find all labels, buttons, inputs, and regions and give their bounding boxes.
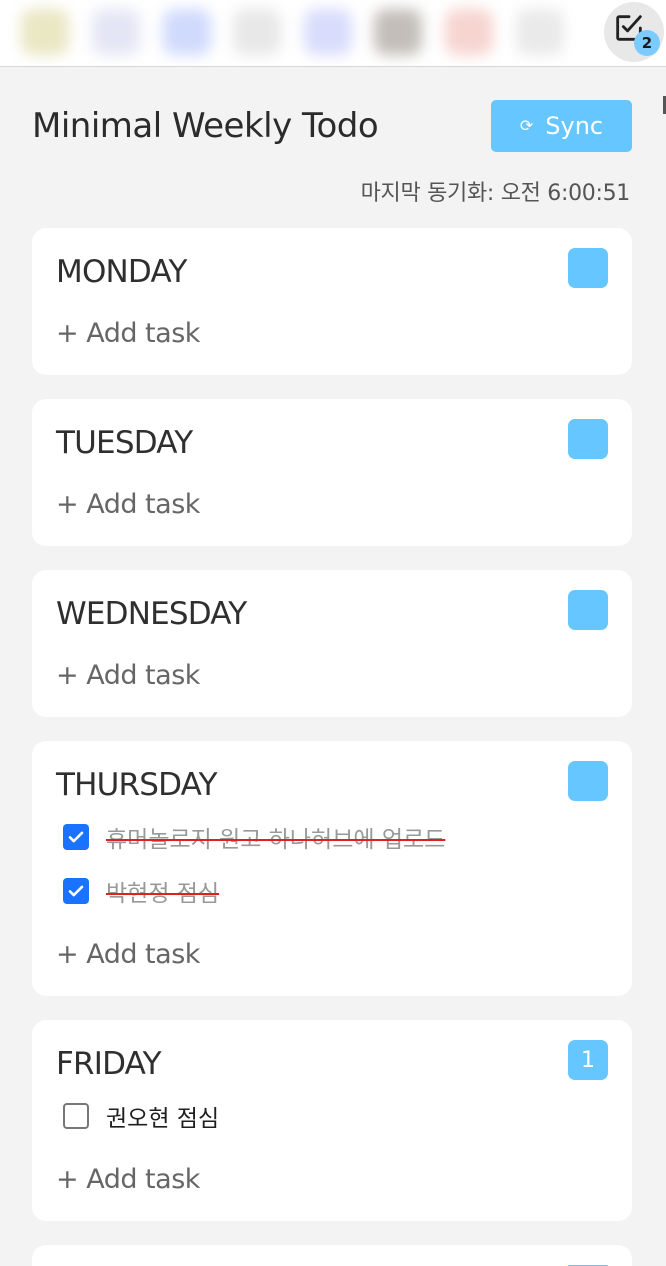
day-title: TUESDAY	[56, 425, 193, 461]
extension-icons-blurred	[0, 0, 585, 64]
task-checkbox[interactable]	[63, 1103, 89, 1129]
task-item: 박현정 점심	[63, 871, 219, 911]
task-count-badge	[568, 248, 608, 288]
extension-icon[interactable]	[515, 9, 564, 55]
task-count-badge	[568, 590, 608, 630]
extension-badge: 2	[634, 30, 660, 56]
add-task-button[interactable]: + Add task	[56, 660, 200, 691]
day-card-partial	[32, 1245, 632, 1266]
last-sync-status: 마지막 동기화: 오전 6:00:51	[360, 181, 631, 206]
task-checkbox[interactable]	[63, 878, 89, 904]
day-card-friday: FRIDAY 1 권오현 점심 + Add task	[32, 1020, 632, 1221]
day-card-tuesday: TUESDAY + Add task	[32, 399, 632, 546]
day-title: THURSDAY	[56, 767, 218, 803]
task-item: 권오현 점심	[63, 1096, 219, 1136]
day-card-wednesday: WEDNESDAY + Add task	[32, 570, 632, 717]
task-checkbox[interactable]	[63, 824, 89, 850]
extension-toolbar: 2	[0, 0, 666, 67]
task-item: 휴머놀로지 원고 하나허브에 업로드	[63, 817, 445, 857]
day-title: MONDAY	[56, 254, 187, 290]
task-text[interactable]: 휴머놀로지 원고 하나허브에 업로드	[106, 820, 445, 854]
extension-icon[interactable]	[162, 9, 211, 55]
day-title: WEDNESDAY	[56, 596, 247, 632]
add-task-button[interactable]: + Add task	[56, 318, 200, 349]
day-title: FRIDAY	[56, 1046, 162, 1082]
add-task-button[interactable]: + Add task	[56, 1164, 200, 1195]
task-count-badge: 1	[568, 1040, 608, 1080]
checkmark-icon	[68, 885, 84, 897]
task-count-badge	[568, 419, 608, 459]
sync-label: Sync	[545, 112, 604, 140]
task-count-badge	[568, 761, 608, 801]
task-text[interactable]: 권오현 점심	[106, 1099, 219, 1133]
task-text[interactable]: 박현정 점심	[106, 874, 219, 908]
app-header: Minimal Weekly Todo ⟳ Sync	[32, 98, 632, 154]
day-card-monday: MONDAY + Add task	[32, 228, 632, 375]
extension-icon[interactable]	[21, 9, 70, 55]
extension-icon[interactable]	[233, 9, 282, 55]
add-task-button[interactable]: + Add task	[56, 489, 200, 520]
sync-button[interactable]: ⟳ Sync	[491, 100, 632, 152]
sync-icon: ⟳	[519, 116, 534, 135]
app-title: Minimal Weekly Todo	[32, 106, 379, 146]
todo-extension-button[interactable]: 2	[604, 2, 664, 62]
extension-icon[interactable]	[91, 9, 140, 55]
day-card-thursday: THURSDAY 휴머놀로지 원고 하나허브에 업로드 박현정 점심 + Add…	[32, 741, 632, 996]
extension-icon[interactable]	[374, 9, 423, 55]
extension-icon[interactable]	[303, 9, 352, 55]
add-task-button[interactable]: + Add task	[56, 939, 200, 970]
extension-icon[interactable]	[445, 9, 494, 55]
checkmark-icon	[68, 831, 84, 843]
